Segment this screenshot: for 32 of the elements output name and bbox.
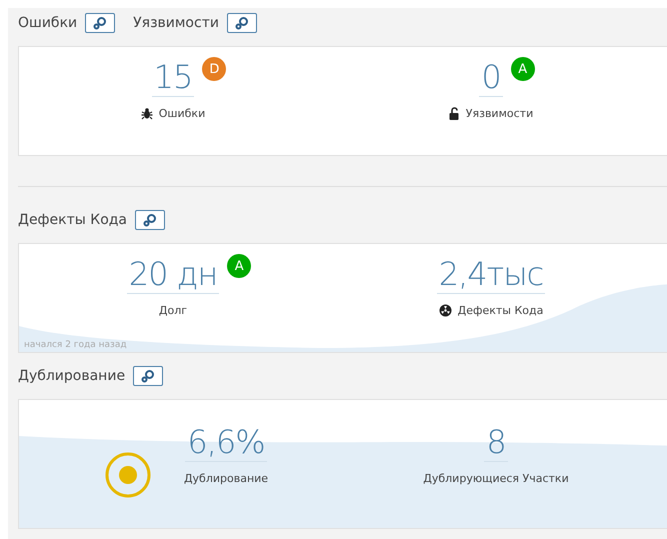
measure-label: Долг	[158, 304, 188, 317]
measure-label: Дублирование	[184, 472, 268, 485]
section-title: Ошибки	[18, 15, 78, 31]
search-button[interactable]	[85, 13, 116, 33]
search-button[interactable]	[135, 210, 166, 230]
unlocked-padlock-icon	[448, 106, 460, 120]
measure-value-link[interactable]: 0	[479, 59, 503, 97]
measure-value-link[interactable]: 15	[152, 59, 194, 97]
measure-label: Дефекты Кода	[458, 304, 544, 317]
measure-value-link[interactable]: 6,6%	[185, 424, 267, 462]
measure-label: Ошибки	[158, 106, 206, 120]
search-icon	[141, 369, 156, 383]
measure-label: Уязвимости	[466, 106, 534, 120]
section-title: Дублирование	[18, 368, 126, 384]
search-icon	[143, 213, 158, 227]
rating-badge: A	[510, 57, 535, 81]
rating-badge: A	[227, 254, 252, 278]
measure-value-link[interactable]: 2,4тыс	[436, 256, 546, 294]
search-button[interactable]	[226, 13, 257, 33]
duplication-gauge-icon	[105, 452, 151, 498]
bug-icon	[140, 106, 153, 120]
search-button[interactable]	[133, 366, 164, 386]
search-icon	[93, 16, 108, 30]
rating-badge: D	[202, 57, 226, 81]
search-icon	[234, 16, 249, 30]
radiation-icon	[438, 304, 452, 317]
measure-value-link[interactable]: 8	[484, 424, 508, 462]
section-title: Уязвимости	[133, 15, 219, 31]
measure-value-link[interactable]: 20 дн	[126, 256, 220, 294]
measure-label: Дублирующиеся Участки	[423, 472, 569, 485]
trend-start-note: начался 2 года назад	[24, 340, 127, 350]
section-title: Дефекты Кода	[18, 212, 128, 228]
